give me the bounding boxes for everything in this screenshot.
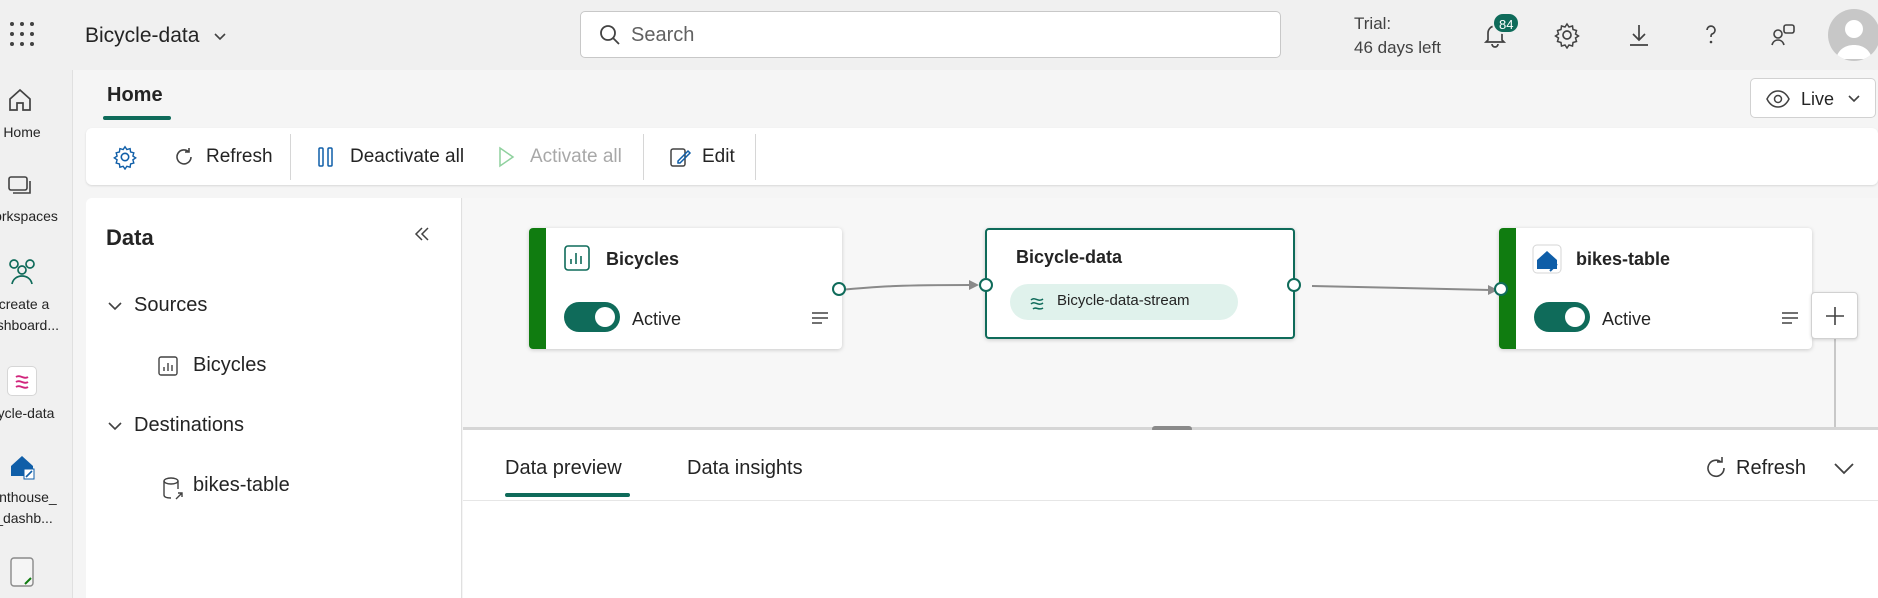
refresh-label: Refresh [206,146,273,167]
app-launcher-icon[interactable] [10,22,34,46]
search-icon [600,25,620,45]
destination-node-title: bikes-table [1576,249,1671,269]
eye-icon [1766,90,1790,108]
bottom-refresh-label: Refresh [1736,456,1807,479]
active-toggle[interactable] [564,302,620,332]
destination-input-port[interactable] [1494,282,1508,296]
rail-label-workspaces[interactable]: orkspaces [0,208,62,224]
activate-all-button[interactable]: Activate all [496,142,622,172]
toolbar-divider [290,134,291,180]
stream-pill-label: Bicycle-data-stream [1057,292,1190,309]
tree-destination-bikes-table[interactable]: bikes-table [193,474,290,497]
app-title[interactable]: Bicycle-data [85,24,199,48]
create-dashboard-icon[interactable] [5,256,39,288]
tree-sources-header[interactable]: Sources [134,294,207,317]
pause-icon [318,147,333,167]
toolbar: Refresh Deactivate all Activate all Edit [86,128,1878,185]
tab-home-indicator [103,116,171,120]
eventstream-source-icon [564,245,590,271]
bottom-tabs-divider [463,500,1878,501]
rail-label-home[interactable]: Home [0,124,58,140]
search-input[interactable] [631,21,1251,49]
eventstream-icon[interactable] [7,366,37,396]
search-box[interactable] [580,11,1281,58]
live-view-dropdown[interactable]: Live [1750,78,1876,118]
trial-days-left: 46 days left [1354,38,1441,57]
toolbar-divider [755,134,756,180]
chevron-down-icon[interactable] [106,417,124,435]
edit-button[interactable]: Edit [668,142,735,172]
stream-icon [1030,297,1044,310]
stream-output-port[interactable] [1287,278,1301,292]
gear-icon [113,145,137,170]
play-icon [499,146,515,168]
person-icon [1836,20,1872,59]
gear-icon[interactable] [1553,21,1581,49]
data-panel [86,198,462,598]
details-icon[interactable] [810,310,830,326]
chevron-down-icon[interactable] [1832,458,1856,478]
tab-data-preview[interactable]: Data preview [505,457,622,480]
chevron-down-icon [1848,95,1860,103]
refresh-icon [1707,457,1725,478]
rail-label-eventhouse-2[interactable]: _dashb... [0,510,60,526]
stream-node-title: Bicycle-data [1016,247,1123,267]
stream-pill[interactable]: Bicycle-data-stream [1010,284,1238,320]
activate-all-label: Activate all [530,146,622,167]
edit-label: Edit [702,146,735,167]
active-status-label: Active [1602,309,1652,329]
details-icon[interactable] [1780,310,1800,326]
notification-badge: 84 [1492,12,1521,34]
tab-data-insights[interactable]: Data insights [687,457,803,480]
source-node-bicycles[interactable]: Bicycles Active [529,228,842,349]
data-panel-title: Data [106,225,154,250]
item-icon[interactable] [8,555,38,591]
deactivate-all-button[interactable]: Deactivate all [316,142,464,172]
refresh-button[interactable]: Refresh [172,142,273,172]
chevron-down-icon[interactable] [212,28,228,44]
add-destination-button[interactable] [1811,292,1858,339]
database-icon [163,477,183,500]
edit-icon [670,148,692,167]
rail-label-eventhouse[interactable]: enthouse_ [0,489,60,505]
source-node-title: Bicycles [606,249,680,269]
workspaces-icon[interactable] [6,172,36,200]
feedback-icon[interactable] [1769,21,1797,49]
plus-icon [1826,307,1844,325]
bottom-refresh-button[interactable]: Refresh [1702,452,1806,484]
active-status-label: Active [632,309,682,329]
rail-label-bicycle-data[interactable]: ycle-data [0,405,62,421]
help-icon[interactable] [1697,21,1725,49]
destination-node-bikes-table[interactable]: bikes-table Active [1499,228,1812,349]
tab-home[interactable]: Home [107,84,163,107]
home-icon[interactable] [6,86,34,114]
refresh-icon [176,148,192,165]
toolbar-divider [643,134,644,180]
stream-icon [15,375,29,389]
rail-label-create-dashboard-2[interactable]: ashboard... [0,317,60,333]
collapse-panel-icon[interactable] [412,224,432,244]
download-icon[interactable] [1625,21,1653,49]
avatar[interactable] [1828,9,1878,61]
tree-destinations-header[interactable]: Destinations [134,414,244,437]
active-toggle[interactable] [1534,302,1590,332]
eventhouse-icon [1532,244,1562,274]
tree-source-bicycles[interactable]: Bicycles [193,354,266,377]
bottom-pane [463,430,1878,598]
live-label: Live [1801,89,1835,109]
active-indicator-bar [529,228,546,349]
eventstream-source-icon [158,356,178,376]
source-output-port[interactable] [832,282,846,296]
eventhouse-icon[interactable] [7,451,37,481]
deactivate-all-label: Deactivate all [350,146,465,167]
chevron-down-icon[interactable] [106,297,124,315]
settings-button[interactable] [112,142,138,172]
rail-label-create-dashboard[interactable]: create a [0,296,60,312]
tab-data-preview-indicator [505,493,630,497]
trial-label: Trial: [1354,14,1392,33]
trial-status: Trial: 46 days left [1354,12,1441,60]
stream-input-port[interactable] [979,278,993,292]
